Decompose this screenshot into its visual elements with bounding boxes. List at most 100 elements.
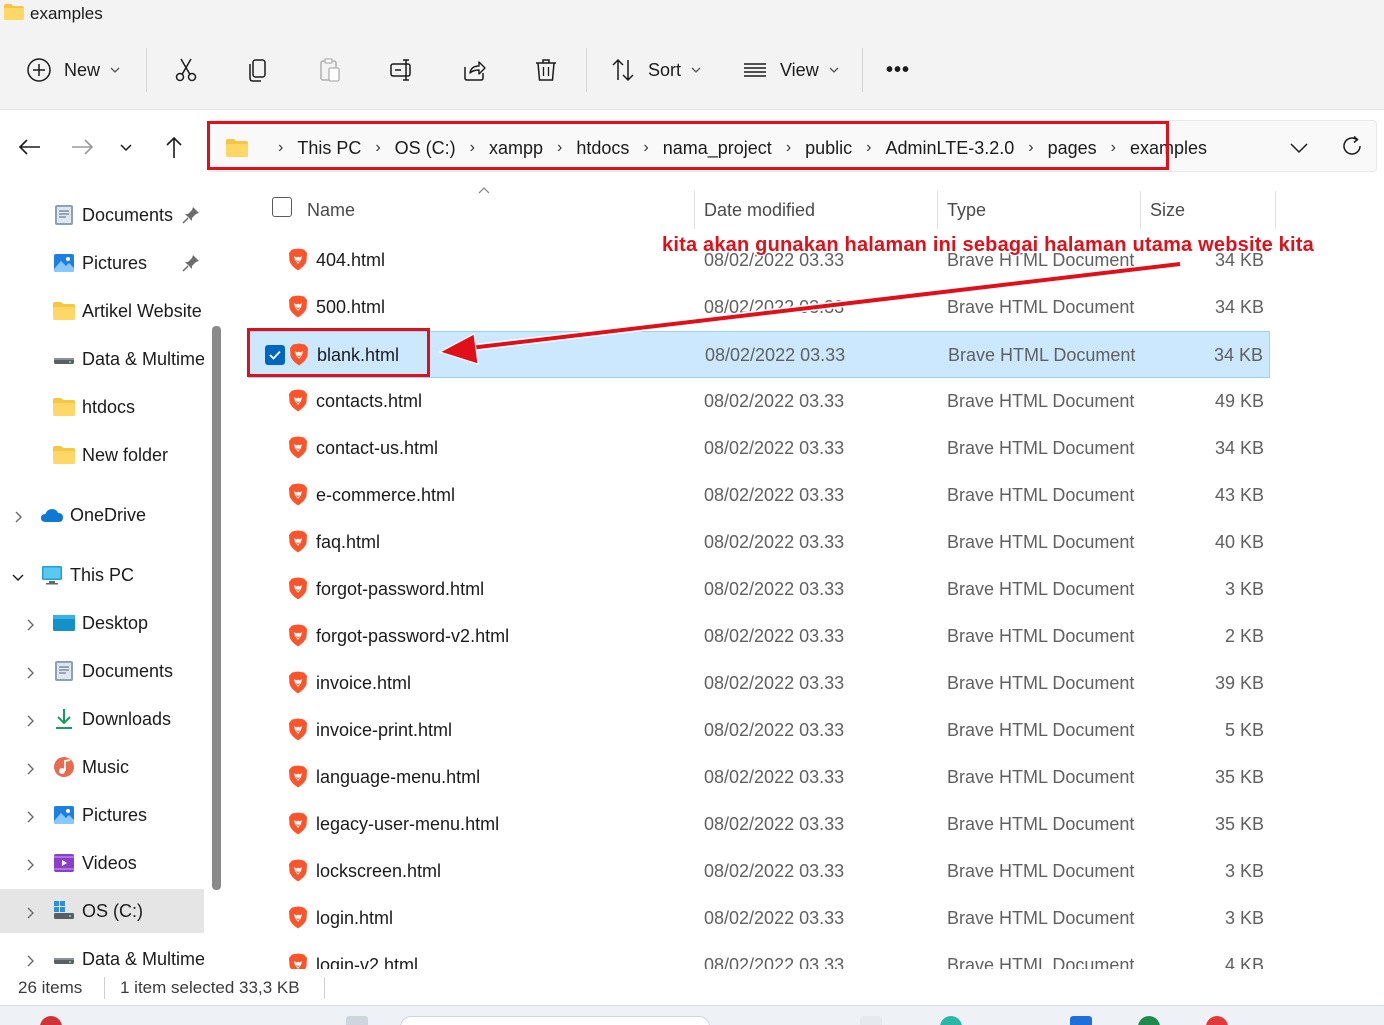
file-name: forgot-password-v2.html — [316, 626, 510, 646]
sidebar-item-label: New folder — [82, 444, 169, 465]
file-size: 5 KB — [1224, 720, 1264, 740]
sidebar-item[interactable]: Videos — [0, 841, 204, 885]
chevron-right-icon[interactable] — [23, 952, 37, 967]
file-row[interactable]: language-menu.html 08/02/2022 03.33 Brave … — [248, 754, 1270, 801]
sidebar-item[interactable]: OneDrive — [0, 493, 204, 537]
file-row[interactable]: contacts.html 08/02/2022 03.33 Brave HTML … — [248, 378, 1270, 425]
more-options-button[interactable]: ••• — [886, 50, 910, 90]
file-date-modified: 08/02/2022 03.33 — [704, 720, 845, 740]
folder-icon — [4, 4, 24, 20]
sidebar-item[interactable]: Artikel Website — [0, 289, 204, 333]
os-drive-icon — [52, 899, 76, 923]
file-row[interactable]: forgot-password-v2.html 08/02/2022 03.33 B… — [248, 613, 1270, 660]
breadcrumb-item[interactable]: pages — [1048, 138, 1097, 159]
column-divider[interactable] — [937, 191, 938, 229]
copy-button[interactable] — [245, 50, 271, 90]
file-row[interactable]: login-v2.html 08/02/2022 03.33 Brave HTML … — [248, 942, 1270, 969]
sidebar-item[interactable]: Pictures — [0, 241, 204, 285]
toolbar-separator — [146, 48, 147, 92]
paste-button[interactable] — [317, 50, 343, 90]
edge-icon[interactable] — [940, 1016, 962, 1025]
task-view-icon[interactable] — [860, 1016, 882, 1025]
share-button[interactable] — [461, 50, 487, 90]
file-row[interactable]: faq.html 08/02/2022 03.33 Brave HTML Docum… — [248, 519, 1270, 566]
weather-icon[interactable] — [40, 1016, 62, 1025]
file-row[interactable]: blank.html 08/02/2022 03.33 Brave HTML Doc… — [248, 331, 1270, 378]
sidebar-item-label: Downloads — [82, 708, 172, 729]
sidebar-item[interactable]: Downloads — [0, 697, 204, 741]
navigation-pane-scrollbar[interactable] — [212, 326, 221, 890]
sidebar-item[interactable]: Desktop — [0, 601, 204, 645]
address-history-chevron-icon[interactable] — [1288, 136, 1310, 158]
store-icon[interactable] — [1070, 1016, 1092, 1025]
breadcrumb-item[interactable]: nama_project — [663, 138, 772, 159]
sidebar-item[interactable]: OS (C:) — [0, 889, 204, 933]
chevron-right-icon[interactable] — [11, 508, 25, 523]
file-row[interactable]: invoice-print.html 08/02/2022 03.33 Brave … — [248, 707, 1270, 754]
view-list-icon — [744, 63, 766, 77]
chevron-down-icon[interactable] — [11, 568, 25, 582]
app-icon[interactable] — [1206, 1016, 1228, 1025]
cut-button[interactable] — [173, 50, 199, 90]
column-divider[interactable] — [1140, 191, 1141, 229]
chevron-right-icon[interactable] — [23, 616, 37, 631]
chevron-right-icon[interactable] — [23, 808, 37, 823]
column-name[interactable]: Name — [307, 200, 355, 221]
breadcrumb-item[interactable]: examples — [1130, 138, 1207, 159]
sidebar-item[interactable]: New folder — [0, 433, 204, 477]
sidebar-item[interactable]: Documents — [0, 649, 204, 693]
file-row[interactable]: invoice.html 08/02/2022 03.33 Brave HTML D… — [248, 660, 1270, 707]
select-all-checkbox[interactable] — [272, 197, 292, 217]
taskbar-search-box[interactable] — [400, 1016, 710, 1025]
sidebar-item[interactable]: Music — [0, 745, 204, 789]
start-icon[interactable] — [346, 1016, 368, 1025]
column-divider[interactable] — [1275, 191, 1276, 229]
file-row[interactable]: legacy-user-menu.html 08/02/2022 03.33 Bra… — [248, 801, 1270, 848]
file-size: 49 KB — [1214, 391, 1264, 411]
chevron-right-icon[interactable] — [23, 856, 37, 871]
chevron-right-icon[interactable] — [23, 904, 37, 919]
column-divider[interactable] — [694, 191, 695, 229]
column-date-modified[interactable]: Date modified — [704, 200, 815, 221]
file-date-modified: 08/02/2022 03.33 — [704, 626, 845, 646]
chrome-icon[interactable] — [1138, 1016, 1160, 1025]
file-row[interactable]: 500.html 08/02/2022 03.33 Brave HTML Docum… — [248, 284, 1270, 331]
breadcrumb-item[interactable]: This PC — [297, 138, 361, 159]
file-type: Brave HTML Document — [947, 297, 1135, 317]
refresh-icon[interactable] — [1340, 134, 1364, 158]
sidebar-item[interactable]: Documents — [0, 193, 204, 237]
up-arrow-icon[interactable] — [160, 133, 188, 161]
sort-button[interactable]: Sort — [610, 50, 701, 90]
delete-button[interactable] — [533, 50, 559, 90]
back-arrow-icon[interactable] — [16, 133, 44, 161]
file-row[interactable]: contact-us.html 08/02/2022 03.33 Brave HTM… — [248, 425, 1270, 472]
file-row[interactable]: forgot-password.html 08/02/2022 03.33 Brav… — [248, 566, 1270, 613]
rename-button[interactable] — [389, 50, 415, 90]
chevron-right-icon[interactable] — [23, 760, 37, 775]
breadcrumb-item[interactable]: OS (C:) — [395, 138, 456, 159]
forward-arrow-icon[interactable] — [68, 133, 96, 161]
column-size[interactable]: Size — [1150, 200, 1185, 221]
recent-locations-chevron-icon[interactable] — [116, 133, 136, 161]
sidebar-item[interactable]: htdocs — [0, 385, 204, 429]
sidebar-item[interactable]: Pictures — [0, 793, 204, 837]
file-row[interactable]: lockscreen.html 08/02/2022 03.33 Brave HTM… — [248, 848, 1270, 895]
chevron-right-icon[interactable] — [23, 712, 37, 727]
breadcrumb-item[interactable]: public — [805, 138, 852, 159]
breadcrumb-item[interactable]: htdocs — [576, 138, 629, 159]
chevron-right-icon[interactable] — [23, 664, 37, 679]
file-row[interactable]: e-commerce.html 08/02/2022 03.33 Brave HTM… — [248, 472, 1270, 519]
breadcrumb-item[interactable]: AdminLTE-3.2.0 — [886, 138, 1015, 159]
breadcrumb-item[interactable]: xampp — [489, 138, 543, 159]
sidebar-item-label: This PC — [70, 564, 135, 585]
view-button[interactable]: View — [742, 50, 839, 90]
column-type[interactable]: Type — [947, 200, 986, 221]
sidebar-item[interactable]: Data & Multimedia — [0, 337, 204, 381]
sidebar-item[interactable]: Data & Multimedia — [0, 937, 204, 969]
file-size: 34 KB — [1214, 438, 1264, 458]
row-checkbox-checked[interactable] — [265, 345, 285, 365]
new-button[interactable]: New — [26, 50, 120, 90]
folder-icon — [226, 139, 248, 157]
sidebar-item[interactable]: This PC — [0, 553, 204, 597]
file-row[interactable]: login.html 08/02/2022 03.33 Brave HTML Doc… — [248, 895, 1270, 942]
